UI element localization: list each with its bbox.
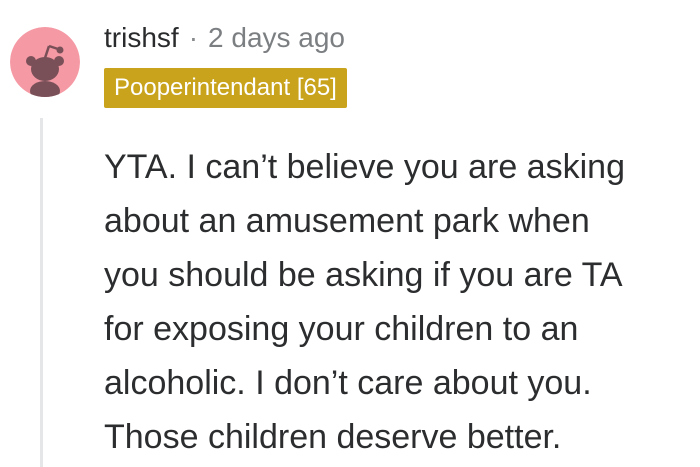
comment-timestamp[interactable]: 2 days ago	[208, 20, 345, 56]
comment-body-line: YTA. I can’t believe you are asking	[104, 148, 625, 186]
user-flair-badge: Pooperintendant [65]	[104, 68, 347, 108]
comment-body-line: for exposing your children to an	[104, 310, 579, 348]
comment-body-line: Those children deserve better.	[104, 418, 562, 456]
meta-separator: ·	[188, 22, 199, 53]
comment-header: trishsf · 2 days ago	[104, 20, 345, 56]
username-link[interactable]: trishsf	[104, 20, 179, 56]
comment-body-line: about an amusement park when	[104, 202, 590, 240]
snoo-avatar-icon	[10, 27, 80, 97]
avatar[interactable]	[10, 27, 80, 97]
comment-body: YTA. I can’t believe you are asking abou…	[104, 140, 694, 464]
thread-collapse-line[interactable]	[40, 118, 43, 467]
comment: trishsf · 2 days ago Pooperintendant [65…	[0, 0, 700, 467]
comment-body-line: alcoholic. I don’t care about you.	[104, 364, 592, 402]
comment-body-line: you should be asking if you are TA	[104, 256, 623, 294]
